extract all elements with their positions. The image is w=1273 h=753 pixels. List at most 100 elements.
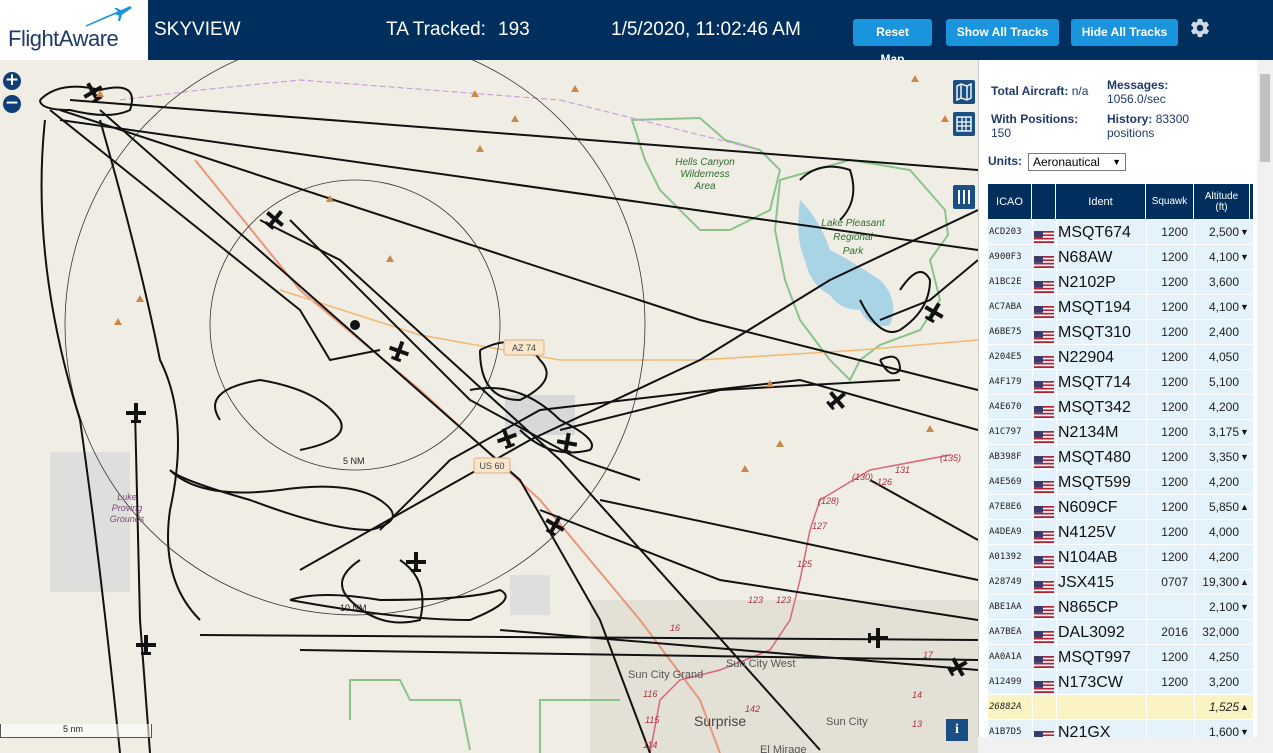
- ident-cell: MSQT714: [1058, 374, 1131, 391]
- vertical-scrollbar[interactable]: [1257, 60, 1273, 753]
- column-divider: [1032, 395, 1033, 420]
- road-number-label: 123: [776, 595, 791, 605]
- messages: Messages:: [1107, 78, 1168, 92]
- icao-cell: A28749: [989, 577, 1022, 587]
- table-row[interactable]: A4E569 MSQT599 1200 4,200: [988, 470, 1253, 495]
- column-divider: [1146, 620, 1147, 645]
- ident-cell: N68AW: [1058, 249, 1113, 266]
- column-flag[interactable]: [1032, 184, 1056, 219]
- altitude-cell: 4,100: [1208, 300, 1239, 314]
- squawk-cell: 1200: [1161, 450, 1188, 464]
- column-icao[interactable]: ICAO: [988, 184, 1032, 219]
- gear-icon[interactable]: [1189, 17, 1211, 39]
- table-row[interactable]: A4E670 MSQT342 1200 4,200: [988, 395, 1253, 420]
- column-squawk[interactable]: Squawk: [1146, 184, 1194, 219]
- squawk-cell: 1200: [1161, 400, 1188, 414]
- table-row[interactable]: A4F179 MSQT714 1200 5,100: [988, 370, 1253, 395]
- icao-cell: A6BE75: [989, 327, 1022, 337]
- ident-cell: MSQT674: [1058, 224, 1131, 241]
- table-row[interactable]: ABE1AA N865CP 2,100 ▼: [988, 595, 1253, 620]
- squawk-cell: 1200: [1161, 375, 1188, 389]
- us-flag-icon: [1034, 351, 1054, 368]
- road-number-label: 123: [748, 595, 763, 605]
- column-altitude[interactable]: Altitude (ft): [1194, 184, 1250, 219]
- units-select[interactable]: Aeronautical ▼: [1028, 153, 1126, 171]
- table-row[interactable]: A900F3 N68AW 1200 4,100 ▼: [988, 245, 1253, 270]
- column-divider: [1194, 295, 1195, 320]
- altitude-trend-icon: [1240, 370, 1250, 395]
- toggle-columns-button[interactable]: [953, 185, 975, 209]
- ident-cell: N4125V: [1058, 524, 1116, 541]
- table-row[interactable]: ACD203 MSQT674 1200 2,500 ▼: [988, 220, 1253, 245]
- altitude-cell: 2,400: [1208, 325, 1239, 339]
- us-flag-icon: [1034, 526, 1054, 543]
- altitude-trend-icon: ▼: [1240, 252, 1249, 262]
- table-row[interactable]: A12499 N173CW 1200 3,200: [988, 670, 1253, 695]
- ident-cell: JSX415: [1058, 574, 1115, 591]
- table-row[interactable]: A01392 N104AB 1200 4,200: [988, 545, 1253, 570]
- road-number-label: 14: [912, 690, 922, 700]
- road-number-label: 16: [670, 623, 680, 633]
- icao-cell: A12499: [989, 677, 1022, 687]
- aircraft-table: ACD203 MSQT674 1200 2,500 ▼ A900F3 N68AW 1200 4,…: [988, 220, 1253, 745]
- column-divider: [1032, 470, 1033, 495]
- map-view[interactable]: Hells Canyon Wilderness Area Lake Pleasa…: [0, 60, 978, 753]
- altitude-cell: 4,050: [1208, 350, 1239, 364]
- squawk-cell: 1200: [1161, 250, 1188, 264]
- column-divider: [1032, 345, 1033, 370]
- aircraft-icon: [388, 340, 410, 363]
- table-row[interactable]: A28749 JSX415 0707 19,300 ▲: [988, 570, 1253, 595]
- map-canvas[interactable]: Hells Canyon Wilderness Area Lake Pleasa…: [0, 60, 978, 753]
- us60-shield: US 60: [473, 457, 511, 474]
- table-row[interactable]: AA7BEA DAL3092 2016 32,000: [988, 620, 1253, 645]
- table-row[interactable]: AA0A1A MSQT997 1200 4,250: [988, 645, 1253, 670]
- reset-map-button[interactable]: Reset Map: [853, 19, 932, 66]
- flightaware-logo[interactable]: FlightAware: [0, 0, 148, 60]
- table-row[interactable]: A6BE75 MSQT310 1200 2,400: [988, 320, 1253, 345]
- reservation-boundary: [349, 679, 471, 751]
- table-row[interactable]: A1BC2E N2102P 1200 3,600: [988, 270, 1253, 295]
- column-divider: [1194, 595, 1195, 620]
- show-all-tracks-button[interactable]: Show All Tracks: [946, 19, 1059, 46]
- table-row[interactable]: 26882A 1,525 ▲: [988, 695, 1253, 720]
- altitude-cell: 4,200: [1208, 550, 1239, 564]
- altitude-cell: 32,000: [1202, 625, 1239, 639]
- icao-cell: A4E670: [989, 402, 1022, 412]
- icao-cell: A01392: [989, 552, 1022, 562]
- table-row[interactable]: AB398F MSQT480 1200 3,350 ▼: [988, 445, 1253, 470]
- altitude-cell: 2,500: [1208, 225, 1239, 239]
- ident-cell: N609CF: [1058, 499, 1118, 516]
- column-divider: [1146, 545, 1147, 570]
- table-row[interactable]: A7E8E6 N609CF 1200 5,850 ▲: [988, 495, 1253, 520]
- table-row[interactable]: A4DEA9 N4125V 1200 4,000: [988, 520, 1253, 545]
- column-divider: [1194, 520, 1195, 545]
- column-divider: [1194, 570, 1195, 595]
- icao-cell: A4F179: [989, 377, 1022, 387]
- column-divider: [1194, 545, 1195, 570]
- app-title: SKYVIEW: [154, 19, 241, 40]
- lake-pleasant-label: Lake Pleasant: [821, 218, 886, 229]
- column-divider: [1032, 370, 1033, 395]
- column-divider: [1194, 445, 1195, 470]
- zoom-out-button[interactable]: −: [3, 95, 21, 113]
- squawk-cell: 2016: [1161, 625, 1188, 639]
- zoom-in-button[interactable]: +: [3, 72, 21, 90]
- table-row[interactable]: A1C797 N2134M 1200 3,175 ▼: [988, 420, 1253, 445]
- table-row[interactable]: A204E5 N22904 1200 4,050: [988, 345, 1253, 370]
- icao-cell: A1C797: [989, 427, 1022, 437]
- hide-all-tracks-button[interactable]: Hide All Tracks: [1071, 19, 1178, 46]
- map-layers-button[interactable]: [953, 80, 975, 104]
- us-flag-icon: [1034, 651, 1054, 668]
- info-button[interactable]: i: [946, 719, 968, 741]
- column-divider: [1194, 370, 1195, 395]
- horizontal-scrollbar[interactable]: [978, 737, 1257, 753]
- map-grid-button[interactable]: [953, 112, 975, 136]
- scrollbar-thumb[interactable]: [1260, 74, 1270, 162]
- icao-cell: ACD203: [989, 227, 1022, 237]
- column-divider: [1146, 420, 1147, 445]
- table-row[interactable]: AC7ABA MSQT194 1200 4,100 ▼: [988, 295, 1253, 320]
- column-divider: [1032, 420, 1033, 445]
- aircraft-table-header: ICAO Ident Squawk Altitude (ft): [988, 184, 1253, 219]
- ident-cell: MSQT342: [1058, 399, 1131, 416]
- column-ident[interactable]: Ident: [1056, 184, 1146, 219]
